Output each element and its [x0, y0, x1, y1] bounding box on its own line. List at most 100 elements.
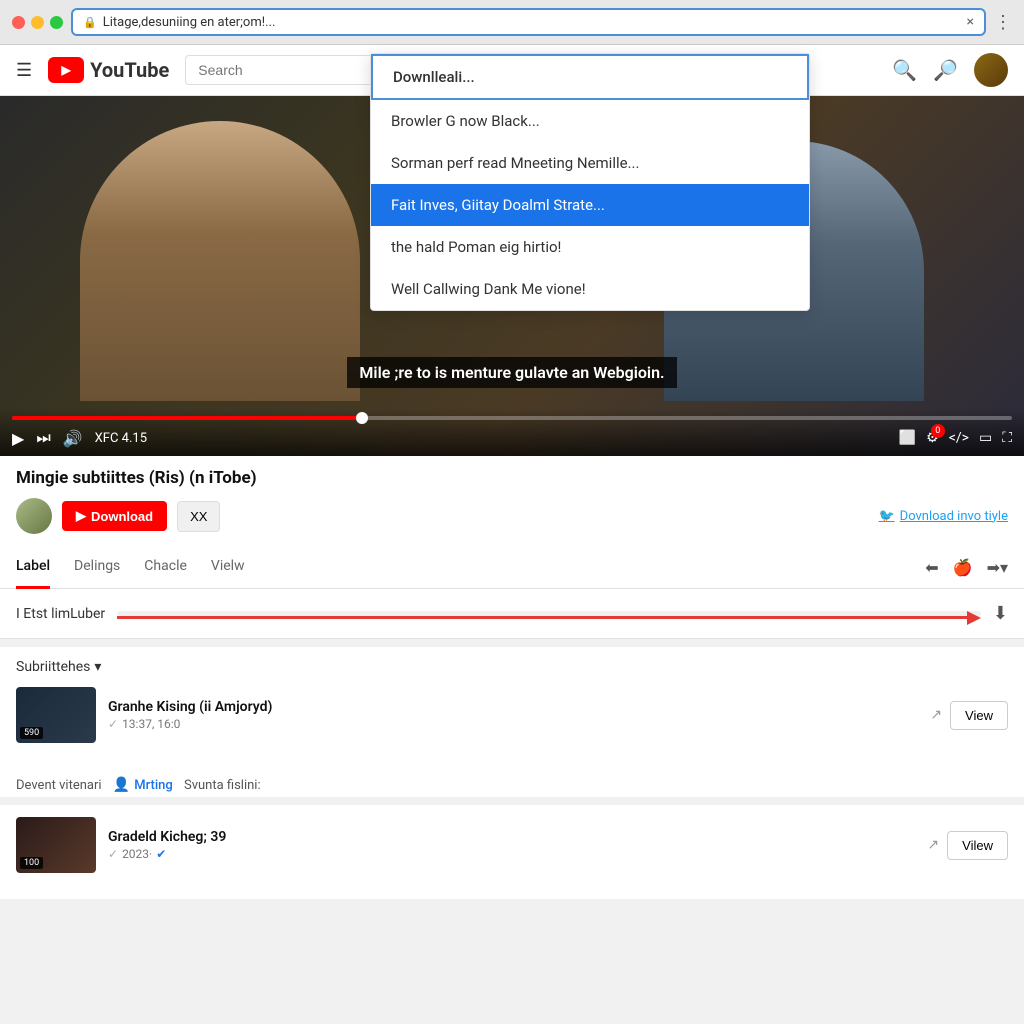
video-title: Mingie subtiittes (Ris) (n iTobe) [16, 468, 1008, 488]
traffic-lights [12, 16, 63, 29]
close-window-button[interactable] [12, 16, 25, 29]
video-progress-bar[interactable] [12, 416, 1012, 420]
tab-delings[interactable]: Delings [74, 546, 120, 589]
verified-check-icon: ✔ [156, 847, 166, 861]
play-icon-small: ▶ [76, 508, 86, 524]
lock-icon: 🔒 [83, 16, 97, 29]
suggestions-section: Subriittehes ▾ 590 Granhe Kising (ii Amj… [0, 647, 1024, 769]
play-button[interactable]: ▶ [12, 429, 24, 448]
subtitle-text: Mile ;re to is menture gulavte an Webgio… [347, 357, 676, 388]
suggestions-label: Subriittehes [16, 659, 90, 675]
subtitle-bar: Mile ;re to is menture gulavte an Webgio… [0, 349, 1024, 396]
suggestion-thumbnail-1: 100 [16, 817, 96, 873]
dropdown-item-2[interactable]: Sorman perf read Mneeting Nemille... [371, 142, 809, 184]
suggestion-verified-icon-0: ✓ [108, 717, 118, 731]
suggestion-meta-text-0: 13:37, 16:0 [122, 717, 180, 731]
progress-track [117, 611, 981, 617]
suggestion-thumbnail-0: 590 [16, 687, 96, 743]
divider-prefix: Devent vitenari [16, 778, 102, 793]
dropdown-menu: Downlleali... Browler G now Black... Sor… [370, 53, 810, 311]
address-bar[interactable]: 🔒 Litage,desuniing en ater;om!... × [71, 8, 986, 36]
download-arrow-icon[interactable]: ⬇ [993, 603, 1008, 624]
video-actions: ▶ Download XX 🐦 Dovnload invo tiyle [16, 498, 1008, 534]
maximize-window-button[interactable] [50, 16, 63, 29]
suggestion-title-1: Gradeld Kicheg; 39 [108, 829, 915, 845]
divider-link[interactable]: Mrting [134, 778, 173, 793]
dropdown-item-5[interactable]: Well Callwing Dank Me vione! [371, 268, 809, 310]
volume-button[interactable]: 🔊 [63, 429, 83, 448]
suggestion-verified-icon-1: ✓ [108, 847, 118, 861]
youtube-logo-text: YouTube [90, 58, 169, 82]
download-button[interactable]: ▶ Download [62, 501, 167, 531]
more-tab-button[interactable]: 🍎 [953, 558, 973, 577]
suggestion-action-1: ↗ Vilew [927, 831, 1008, 860]
progress-label: I Etst limLuber [16, 606, 105, 622]
video-progress-dot [356, 412, 368, 424]
controls-row: ▶ ⏭ 🔊 XFC 4.15 ⬜ ⚙ 0 </> ▭ ⛶ [12, 428, 1012, 448]
notification-badge: 0 [931, 424, 945, 438]
dropdown-item-1[interactable]: Browler G now Black... [371, 100, 809, 142]
twitter-share-link[interactable]: 🐦 Dovnload invo tiyle [878, 509, 1008, 524]
suggestion-meta-1: ✓ 2023· ✔ [108, 847, 915, 861]
suggestion-arrow-icon: ↗ [930, 707, 942, 723]
tab-vielw[interactable]: Vielw [211, 546, 245, 589]
download-label: Download [91, 509, 153, 524]
close-tab-button[interactable]: × [967, 14, 974, 30]
avatar[interactable] [974, 53, 1008, 87]
right-controls: ⬜ ⚙ 0 </> ▭ ⛶ [899, 430, 1012, 446]
youtube-logo: ▶ YouTube [48, 57, 169, 83]
suggestion-item-0: 590 Granhe Kising (ii Amjoryd) ✓ 13:37, … [16, 687, 1008, 743]
xx-button[interactable]: XX [177, 501, 220, 532]
youtube-play-icon: ▶ [48, 57, 84, 83]
suggestion-badge-1: 100 [20, 857, 43, 869]
suggestions-header[interactable]: Subriittehes ▾ [16, 659, 1008, 675]
minimize-window-button[interactable] [31, 16, 44, 29]
twitter-link-text: Dovnload invo tiyle [900, 509, 1008, 524]
suggestion-action-0: ↗ View [930, 701, 1008, 730]
video-progress-fill [12, 416, 362, 420]
youtube-header: ☰ ▶ YouTube 🔍 🔎 Downlleali... Browler G … [0, 45, 1024, 96]
divider-suffix: Svunta fislini: [184, 778, 261, 793]
search-icon[interactable]: 🔍 [892, 58, 917, 82]
suggestion-info-1: Gradeld Kicheg; 39 ✓ 2023· ✔ [108, 829, 915, 861]
suggestion-view-button-0[interactable]: View [950, 701, 1008, 730]
progress-section: I Etst limLuber ⬇ [0, 589, 1024, 639]
progress-red-arrow [117, 611, 981, 625]
tab-chacle[interactable]: Chacle [144, 546, 187, 589]
channel-thumbnail [16, 498, 52, 534]
suggestion-title-0: Granhe Kising (ii Amjoryd) [108, 699, 918, 715]
divider-section: Devent vitenari 👤 Mrting Svunta fislini: [0, 769, 1024, 797]
settings-button[interactable]: ⚙ 0 [926, 430, 939, 446]
video-info: Mingie subtiittes (Ris) (n iTobe) ▶ Down… [0, 456, 1024, 546]
more-options-icon[interactable]: ⋮ [994, 12, 1012, 33]
suggestion-meta-text-1: 2023· [122, 847, 152, 861]
next-button[interactable]: ⏭ [36, 428, 50, 448]
browser-chrome: 🔒 Litage,desuniing en ater;om!... × ⋮ [0, 0, 1024, 45]
theater-mode-button[interactable]: ▭ [979, 430, 992, 446]
tabs-row: Label Delings Chacle Vielw ⬅ 🍎 ➡▾ [0, 546, 1024, 589]
suggestion-section-2: 100 Gradeld Kicheg; 39 ✓ 2023· ✔ ↗ Vilew [0, 805, 1024, 899]
fullscreen-button[interactable]: ⛶ [1002, 430, 1012, 446]
next-tab-button[interactable]: ➡▾ [987, 558, 1008, 577]
hamburger-menu-button[interactable]: ☰ [16, 60, 32, 81]
subtitles-button[interactable]: ⬜ [899, 430, 916, 446]
suggestion-arrow-icon-1: ↗ [927, 837, 939, 853]
video-controls: ▶ ⏭ 🔊 XFC 4.15 ⬜ ⚙ 0 </> ▭ ⛶ [0, 408, 1024, 456]
suggestions-dropdown-icon: ▾ [94, 659, 101, 675]
suggestion-badge-0: 590 [20, 727, 43, 739]
person-icon: 👤 [113, 777, 130, 793]
suggestion-view-button-1[interactable]: Vilew [947, 831, 1008, 860]
prev-tab-button[interactable]: ⬅ [925, 558, 938, 577]
dropdown-item-3[interactable]: Fait Inves, Giitay Doalml Strate... [371, 184, 809, 226]
tabs-navigation: ⬅ 🍎 ➡▾ [925, 558, 1008, 577]
tab-label[interactable]: Label [16, 546, 50, 589]
arrow-line [117, 616, 967, 619]
search-alt-icon[interactable]: 🔎 [933, 58, 958, 82]
dropdown-item-0[interactable]: Downlleali... [371, 54, 809, 100]
twitter-icon: 🐦 [878, 509, 894, 524]
header-icons: 🔍 🔎 [892, 53, 1008, 87]
dropdown-item-4[interactable]: the hald Poman eig hirtio! [371, 226, 809, 268]
suggestion-info-0: Granhe Kising (ii Amjoryd) ✓ 13:37, 16:0 [108, 699, 918, 731]
address-text: Litage,desuniing en ater;om!... [103, 15, 961, 30]
code-button[interactable]: </> [949, 430, 969, 446]
